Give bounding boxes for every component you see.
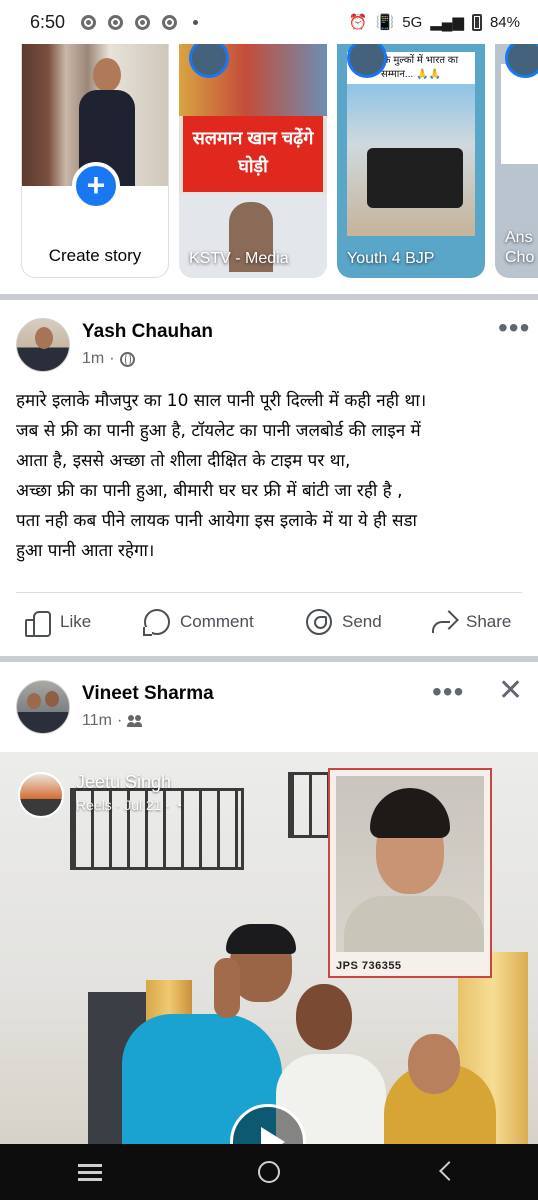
- stories-tray: + Create story सलमान खान चढ़ेंगे घोड़ी K…: [0, 44, 538, 292]
- post-text-line: पता नही कब पीने लायक पानी आयेगा इस इलाके…: [16, 511, 417, 531]
- chrome-notification-icon: [135, 14, 151, 30]
- post-text-line: अच्छा फ्री का पानी हुआ, बीमारी घर घर फ्र…: [16, 481, 403, 501]
- meta-separator: ·: [116, 712, 123, 729]
- post-text-line: हमारे इलाके मौजपुर का 10 साल पानी पूरी द…: [16, 391, 427, 411]
- story-thumbnail: [501, 64, 538, 164]
- send-button[interactable]: Send: [306, 609, 382, 635]
- post-meta: 11m ·: [82, 712, 214, 730]
- author-avatar[interactable]: [16, 680, 70, 734]
- feed-divider: [0, 656, 538, 662]
- post-text-line: जब से फ्री का पानी हुआ है, टॉयलेट का पान…: [16, 421, 421, 441]
- more-options-icon[interactable]: •••: [498, 314, 530, 342]
- add-story-plus-icon[interactable]: +: [72, 162, 120, 210]
- reel-author-block: Jeetu Singh Reels · Jul 21 · ◔: [76, 772, 183, 813]
- create-story-card[interactable]: + Create story: [21, 44, 169, 278]
- author-block: Vineet Sharma 11m ·: [82, 680, 214, 730]
- chrome-notification-icon: [162, 14, 178, 30]
- window-grille: [288, 772, 332, 838]
- reel-author-avatar[interactable]: [18, 772, 64, 818]
- photo-label: JPS 736355: [336, 960, 402, 972]
- author-block: Yash Chauhan 1m ·: [82, 318, 213, 368]
- story-thumbnail: [347, 84, 475, 236]
- like-button[interactable]: Like: [24, 609, 92, 637]
- chrome-notification-icon: [81, 14, 97, 30]
- comment-icon: [143, 609, 170, 636]
- inset-photo: JPS 736355: [328, 768, 492, 978]
- network-label: 5G: [402, 13, 423, 31]
- author-name[interactable]: Yash Chauhan: [82, 320, 213, 344]
- story-card-youth4bjp[interactable]: शहर के मुल्कों में भारत का सम्मान... 🙏🙏 …: [337, 44, 485, 278]
- reel-meta: Reels · Jul 21 ·: [76, 797, 175, 813]
- reel-subtitle: Reels · Jul 21 · ◔: [76, 797, 183, 813]
- comment-button[interactable]: Comment: [143, 609, 254, 636]
- like-label: Like: [60, 612, 92, 631]
- reel-header: Jeetu Singh Reels · Jul 21 · ◔: [18, 772, 183, 818]
- globe-icon: [119, 351, 135, 367]
- post-text-line: आता है, इससे अच्छा तो शीला दीक्षित के टा…: [16, 451, 351, 471]
- post-meta: 1m ·: [82, 350, 213, 368]
- story-name: Ans Cho: [505, 229, 535, 266]
- story-banner-text: सलमान खान चढ़ेंगे घोड़ी: [183, 116, 323, 192]
- post-header: Yash Chauhan 1m ·: [16, 318, 213, 372]
- vibrate-icon: 📳: [375, 14, 395, 31]
- post-time[interactable]: 11m: [82, 712, 112, 730]
- more-notifications-icon: [193, 19, 199, 25]
- story-name: Youth 4 BJP: [347, 250, 435, 267]
- more-options-icon[interactable]: •••: [432, 678, 464, 706]
- friends-icon: [127, 715, 143, 727]
- person-figure: [378, 1034, 498, 1144]
- chrome-notification-icon: [108, 14, 124, 30]
- reel-video[interactable]: JPS 736355 Jeetu Singh Reels · Jul 21 · …: [0, 752, 538, 1144]
- post-actions: Like Comment Send Share: [0, 596, 538, 648]
- story-card-kstv[interactable]: सलमान खान चढ़ेंगे घोड़ी KSTV - Media: [179, 44, 327, 278]
- author-avatar[interactable]: [16, 318, 70, 372]
- comment-label: Comment: [180, 612, 254, 631]
- feed-divider: [0, 294, 538, 300]
- battery-level: 84%: [489, 13, 520, 31]
- send-label: Send: [342, 612, 382, 631]
- messenger-icon: [306, 609, 332, 635]
- battery-icon: [471, 13, 482, 31]
- home-button[interactable]: [239, 1152, 299, 1192]
- thumbs-up-icon: [24, 609, 51, 637]
- alarm-icon: ⏰: [348, 14, 368, 31]
- status-time: 6:50: [30, 11, 66, 32]
- reel-author-name[interactable]: Jeetu Singh: [76, 772, 183, 793]
- post-header: Vineet Sharma 11m ·: [16, 680, 214, 734]
- meta-separator: ·: [109, 350, 115, 367]
- status-right: ⏰ 📳 5G ▂▄▆ 84%: [349, 13, 520, 31]
- recent-apps-button[interactable]: [60, 1152, 120, 1192]
- create-story-label: Create story: [48, 246, 142, 265]
- story-card-partial[interactable]: Ans Cho: [495, 44, 538, 278]
- post-text-line: हुआ पानी आता रहेगा।: [16, 541, 155, 561]
- author-name[interactable]: Vineet Sharma: [82, 682, 214, 706]
- share-label: Share: [466, 612, 512, 631]
- close-icon[interactable]: ✕: [498, 676, 523, 706]
- friends-icon: ◔: [174, 797, 183, 813]
- signal-icon: ▂▄▆: [430, 14, 464, 31]
- story-name: KSTV - Media: [189, 250, 289, 267]
- back-button[interactable]: [418, 1152, 478, 1192]
- system-nav-bar: [0, 1144, 538, 1200]
- share-icon: [430, 609, 456, 635]
- actions-divider: [16, 592, 522, 593]
- status-bar: 6:50 ⏰ 📳 5G ▂▄▆ 84%: [0, 0, 538, 44]
- post-text: हमारे इलाके मौजपुर का 10 साल पानी पूरी द…: [16, 386, 532, 566]
- share-button[interactable]: Share: [430, 609, 511, 635]
- post-time[interactable]: 1m: [82, 350, 104, 368]
